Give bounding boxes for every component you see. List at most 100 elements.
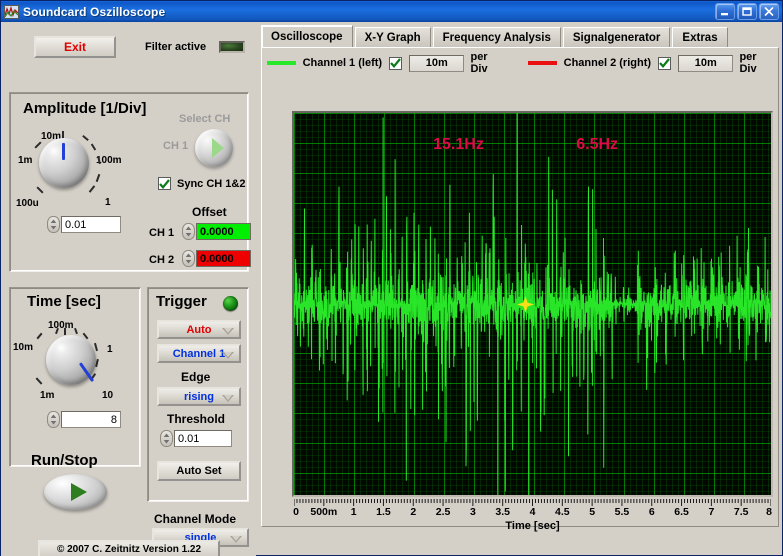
x-tick-label: 7 [708,506,715,518]
trigger-source-value: Channel 1 [172,347,226,360]
x-tick-label: 4 [529,506,536,518]
play-icon [71,483,87,501]
channel2-label: Channel 2 (right) [563,57,652,69]
time-value-field[interactable]: 8 [61,411,121,428]
select-ch-label: Select CH [179,113,231,125]
x-tick-label: 500m [310,506,338,518]
offset-title: Offset [192,205,227,219]
maximize-button[interactable] [737,3,757,20]
x-tick-label: 4.5 [555,506,570,518]
offset-ch1-stepper[interactable]: 0.0000 [182,223,251,240]
amp-scale-1m: 1m [18,155,33,166]
amp-scale-1: 1 [105,197,111,208]
trigger-panel: Trigger Auto Channel 1 Edge rising Thres… [147,287,249,502]
window-title: Soundcard Oszilloscope [23,4,166,19]
tab-signalgenerator[interactable]: Signalgenerator [562,27,671,48]
filter-active-led [219,41,245,53]
time-panel: Time [sec] 100m 10m 1 10 1m 8 [9,287,141,467]
x-tick-label: 5 [589,506,596,518]
offset-ch2-stepper[interactable]: 0.0000 [182,250,251,267]
amp-scale-100u: 100u [16,198,39,209]
offset-ch1-field[interactable]: 0.0000 [196,223,251,240]
exit-button[interactable]: Exit [34,36,116,58]
time-value-stepper[interactable]: 8 [47,411,121,428]
amplitude-title: Amplitude [1/Div] [23,100,147,117]
select-ch-arrow-icon [212,138,224,158]
sync-ch-checkbox[interactable] [158,177,171,190]
trigger-mode-dropdown[interactable]: Auto [157,320,241,339]
trigger-edge-dropdown[interactable]: rising [157,387,241,406]
amplitude-value-stepper[interactable]: 0.01 [47,216,121,233]
threshold-stepper[interactable]: 0.01 [160,430,232,447]
amplitude-value-field[interactable]: 0.01 [61,216,121,233]
x-tick-label: 6.5 [674,506,689,518]
tab-xy-graph[interactable]: X-Y Graph [354,27,431,48]
x-tick-label: 2 [410,506,417,518]
channel1-per-div-field[interactable]: 10m [409,54,465,72]
chevron-down-icon [222,395,234,402]
x-tick-label: 3.5 [495,506,510,518]
amplitude-spinner[interactable] [47,216,60,233]
x-tick-label: 5.5 [614,506,630,518]
channel-mode-label: Channel Mode [154,512,237,526]
channel2-enable-checkbox[interactable] [658,56,672,70]
channel2-per-div-label: per Div [739,51,757,75]
time-knob[interactable] [46,335,96,385]
chevron-down-icon [222,328,234,335]
tab-extras[interactable]: Extras [672,27,728,48]
channel1-label: Channel 1 (left) [302,57,383,69]
channel2-color-swatch [528,61,557,65]
offset-ch2-field[interactable]: 0.0000 [196,250,251,267]
channel2-per-div-field[interactable]: 10m [678,54,734,72]
x-tick-label: 1.5 [376,506,391,518]
control-panel: Exit Filter active Amplitude [1/Div] 10m… [1,22,256,556]
time-scale-1m: 1m [40,390,55,401]
offset-ch2-label: CH 2 [149,254,175,266]
offset-ch1-label: CH 1 [149,227,175,239]
copyright-label: © 2007 C. Zeitnitz Version 1.22 [38,540,220,556]
x-tick-label: 1 [350,506,357,518]
annotation-15hz: 15.1Hz [433,136,484,154]
x-tick-label: 8 [766,506,772,518]
offset-ch1-spinner[interactable] [182,223,195,240]
trigger-edge-value: rising [184,390,214,403]
x-tick-label: 7.5 [733,506,749,518]
threshold-field[interactable]: 0.01 [174,430,232,447]
trigger-source-dropdown[interactable]: Channel 1 [157,344,241,363]
offset-ch2-spinner[interactable] [182,250,195,267]
x-axis-ticks [294,499,771,506]
waveform-plot[interactable]: 15.1Hz 6.5Hz [292,111,773,497]
x-tick-label: 0 [293,506,299,518]
threshold-spinner[interactable] [160,430,173,447]
channel1-per-div-label: per Div [470,51,488,75]
close-button[interactable] [759,3,779,20]
amplitude-knob[interactable] [39,138,89,188]
oscilloscope-window: Soundcard Oszilloscope Exit Filter activ… [0,0,783,556]
chevron-down-icon [230,536,242,543]
minimize-button[interactable] [715,3,735,20]
filter-active-label: Filter active [145,41,207,53]
x-tick-label: 3 [469,506,476,518]
display-area: Oscilloscope X-Y Graph Frequency Analysi… [256,22,783,556]
time-scale-1: 1 [107,344,113,355]
amplitude-knob-pointer [62,143,65,160]
title-bar: Soundcard Oszilloscope [1,1,782,22]
select-ch-button[interactable] [195,129,233,167]
run-stop-button[interactable] [44,474,107,510]
channel1-enable-checkbox[interactable] [389,56,403,70]
tab-oscilloscope[interactable]: Oscilloscope [261,25,353,48]
trigger-mode-value: Auto [186,323,212,336]
run-stop-label: Run/Stop [31,452,98,469]
cursor-marker[interactable] [516,296,534,313]
waveform-icon [4,4,19,19]
x-tick-label: 6 [648,506,655,518]
trigger-title: Trigger [156,293,207,310]
time-knob-pointer [79,362,95,383]
tab-frequency-analysis[interactable]: Frequency Analysis [432,27,561,48]
x-axis-title: Time [sec] [505,520,560,532]
tab-bar: Oscilloscope X-Y Graph Frequency Analysi… [261,25,779,48]
chevron-down-icon [222,352,234,359]
time-spinner[interactable] [47,411,60,428]
time-scale-10: 10 [102,390,114,401]
auto-set-button[interactable]: Auto Set [157,461,241,481]
